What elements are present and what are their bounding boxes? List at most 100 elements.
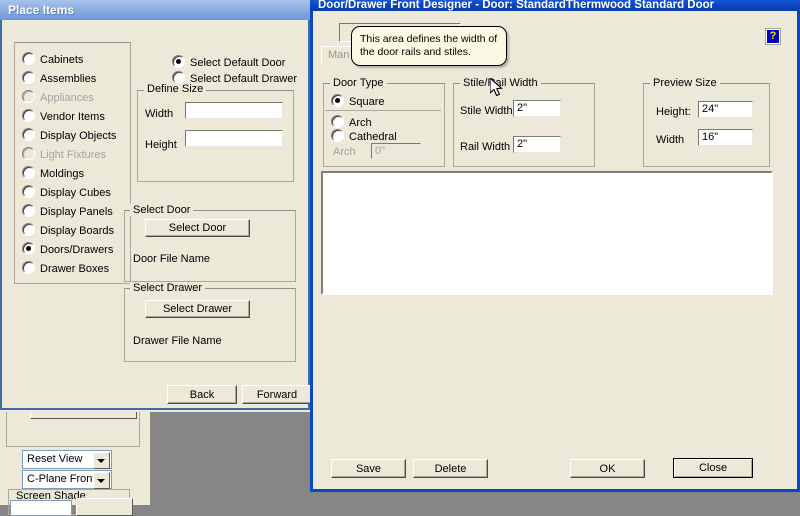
radio-indicator[interactable] [22, 261, 35, 274]
door-type-divider [325, 110, 441, 111]
reset-view-combo-value: Reset View [27, 453, 83, 465]
door-designer-title: Door/Drawer Front Designer - Door: Stand… [318, 0, 715, 11]
radio-item-type-light-fixtures: Light Fixtures [22, 147, 106, 162]
screen-shade-button[interactable] [76, 498, 133, 516]
height-label: Height [145, 139, 177, 151]
radio-label: Display Boards [40, 225, 114, 237]
door-preview-canvas[interactable] [321, 171, 773, 295]
door-designer-dialog: Door/Drawer Front Designer - Door: Stand… [310, 0, 800, 492]
tooltip: This area defines the width of the door … [351, 26, 507, 66]
preview-height-label: Height: [656, 106, 691, 118]
radio-indicator [22, 147, 35, 160]
radio-label: Display Cubes [40, 187, 111, 199]
radio-indicator[interactable] [22, 52, 35, 65]
rail-width-label: Rail Width [460, 141, 511, 153]
save-button[interactable]: Save [331, 459, 406, 478]
radio-indicator[interactable] [22, 109, 35, 122]
stile-rail-group [453, 83, 595, 167]
radio-item-type-appliances: Appliances [22, 90, 94, 105]
select-drawer-button[interactable]: Select Drawer [145, 300, 250, 318]
radio-indicator[interactable] [22, 71, 35, 84]
close-button[interactable]: Close [673, 458, 753, 478]
radio-indicator[interactable] [172, 55, 185, 68]
screen-shade-input[interactable] [10, 500, 72, 516]
radio-label: Arch [349, 117, 372, 129]
radio-select-default-door[interactable]: Select Default Door [172, 55, 285, 70]
place-items-title: Place Items [8, 3, 75, 17]
radio-door-type-arch[interactable]: Arch [331, 115, 372, 130]
radio-label: Appliances [40, 92, 94, 104]
radio-label: Cabinets [40, 54, 84, 66]
radio-item-type-moldings[interactable]: Moldings [22, 166, 84, 181]
reset-view-combo[interactable]: Reset View [22, 450, 112, 469]
radio-door-type-cathedral[interactable]: Cathedral [331, 129, 397, 144]
radio-item-type-doors-drawers[interactable]: Doors/Drawers [22, 242, 113, 257]
door-type-legend: Door Type [330, 77, 387, 89]
define-size-legend: Define Size [144, 83, 207, 95]
radio-label: Vendor Items [40, 111, 105, 123]
help-glyph: ? [767, 30, 779, 43]
arch-label: Arch [333, 146, 356, 158]
door-file-name-label: Door File Name [133, 253, 211, 265]
radio-indicator[interactable] [22, 128, 35, 141]
radio-item-type-display-cubes[interactable]: Display Cubes [22, 185, 111, 200]
radio-indicator[interactable] [22, 185, 35, 198]
radio-label: Display Panels [40, 206, 113, 218]
width-input[interactable] [185, 102, 283, 119]
mouse-cursor-icon [490, 78, 503, 97]
select-door-button[interactable]: Select Door [145, 219, 250, 237]
radio-item-type-display-boards[interactable]: Display Boards [22, 223, 114, 238]
radio-label: Moldings [40, 168, 85, 180]
preview-width-input[interactable]: 16" [698, 129, 753, 146]
radio-indicator[interactable] [22, 223, 35, 236]
drawer-file-name-label: Drawer File Name [133, 335, 222, 347]
radio-item-type-cabinets[interactable]: Cabinets [22, 52, 83, 67]
stile-width-input[interactable]: 2" [513, 100, 561, 117]
radio-indicator[interactable] [331, 115, 344, 128]
radio-label: Assemblies [40, 73, 97, 85]
stile-width-label: Stile Width: [460, 105, 516, 117]
place-items-titlebar[interactable]: Place Items [0, 0, 310, 20]
cplane-combo[interactable]: C-Plane Front [22, 470, 112, 489]
radio-indicator[interactable] [331, 94, 344, 107]
forward-button[interactable]: Forward [242, 385, 312, 404]
chevron-down-icon[interactable] [93, 472, 110, 489]
radio-label: Cathedral [349, 131, 397, 143]
radio-indicator[interactable] [331, 129, 344, 142]
door-designer-body: Man ? Door Type Square Arch Cathedral Ar… [310, 11, 800, 492]
back-button[interactable]: Back [167, 385, 237, 404]
preview-height-input[interactable]: 24" [698, 101, 753, 118]
help-icon[interactable]: ? [765, 28, 781, 45]
radio-door-type-square[interactable]: Square [331, 94, 384, 109]
radio-item-type-assemblies[interactable]: Assemblies [22, 71, 96, 86]
radio-label: Display Objects [40, 130, 117, 142]
radio-item-type-drawer-boxes[interactable]: Drawer Boxes [22, 261, 109, 276]
height-input[interactable] [185, 130, 283, 147]
radio-indicator[interactable] [22, 166, 35, 179]
delete-button[interactable]: Delete [413, 459, 488, 478]
place-items-body: Cabinets Assemblies Appliances Vendor Items… [0, 20, 312, 410]
select-drawer-legend: Select Drawer [130, 282, 206, 294]
radio-label: Drawer Boxes [40, 263, 110, 275]
radio-indicator [22, 90, 35, 103]
radio-item-type-display-objects[interactable]: Display Objects [22, 128, 116, 143]
radio-item-type-vendor-items[interactable]: Vendor Items [22, 109, 105, 124]
place-items-window: Place Items Cabinets Assemblies Appliances… [0, 0, 312, 412]
chevron-down-icon[interactable] [93, 452, 110, 469]
radio-label: Square [349, 96, 385, 108]
arch-input: 0" [371, 143, 421, 159]
door-designer-titlebar[interactable]: Door/Drawer Front Designer - Door: Stand… [310, 0, 800, 11]
select-door-legend: Select Door [130, 204, 194, 216]
preview-size-legend: Preview Size [650, 77, 720, 89]
radio-label: Select Default Door [190, 57, 286, 69]
radio-indicator[interactable] [22, 242, 35, 255]
preview-size-group [643, 83, 770, 167]
radio-item-type-display-panels[interactable]: Display Panels [22, 204, 113, 219]
radio-indicator[interactable] [22, 204, 35, 217]
cplane-combo-value: C-Plane Front [27, 473, 96, 485]
width-label: Width [145, 108, 174, 120]
radio-label: Light Fixtures [40, 149, 107, 161]
rail-width-input[interactable]: 2" [513, 136, 561, 153]
radio-label: Doors/Drawers [40, 244, 114, 256]
ok-button[interactable]: OK [570, 459, 645, 478]
